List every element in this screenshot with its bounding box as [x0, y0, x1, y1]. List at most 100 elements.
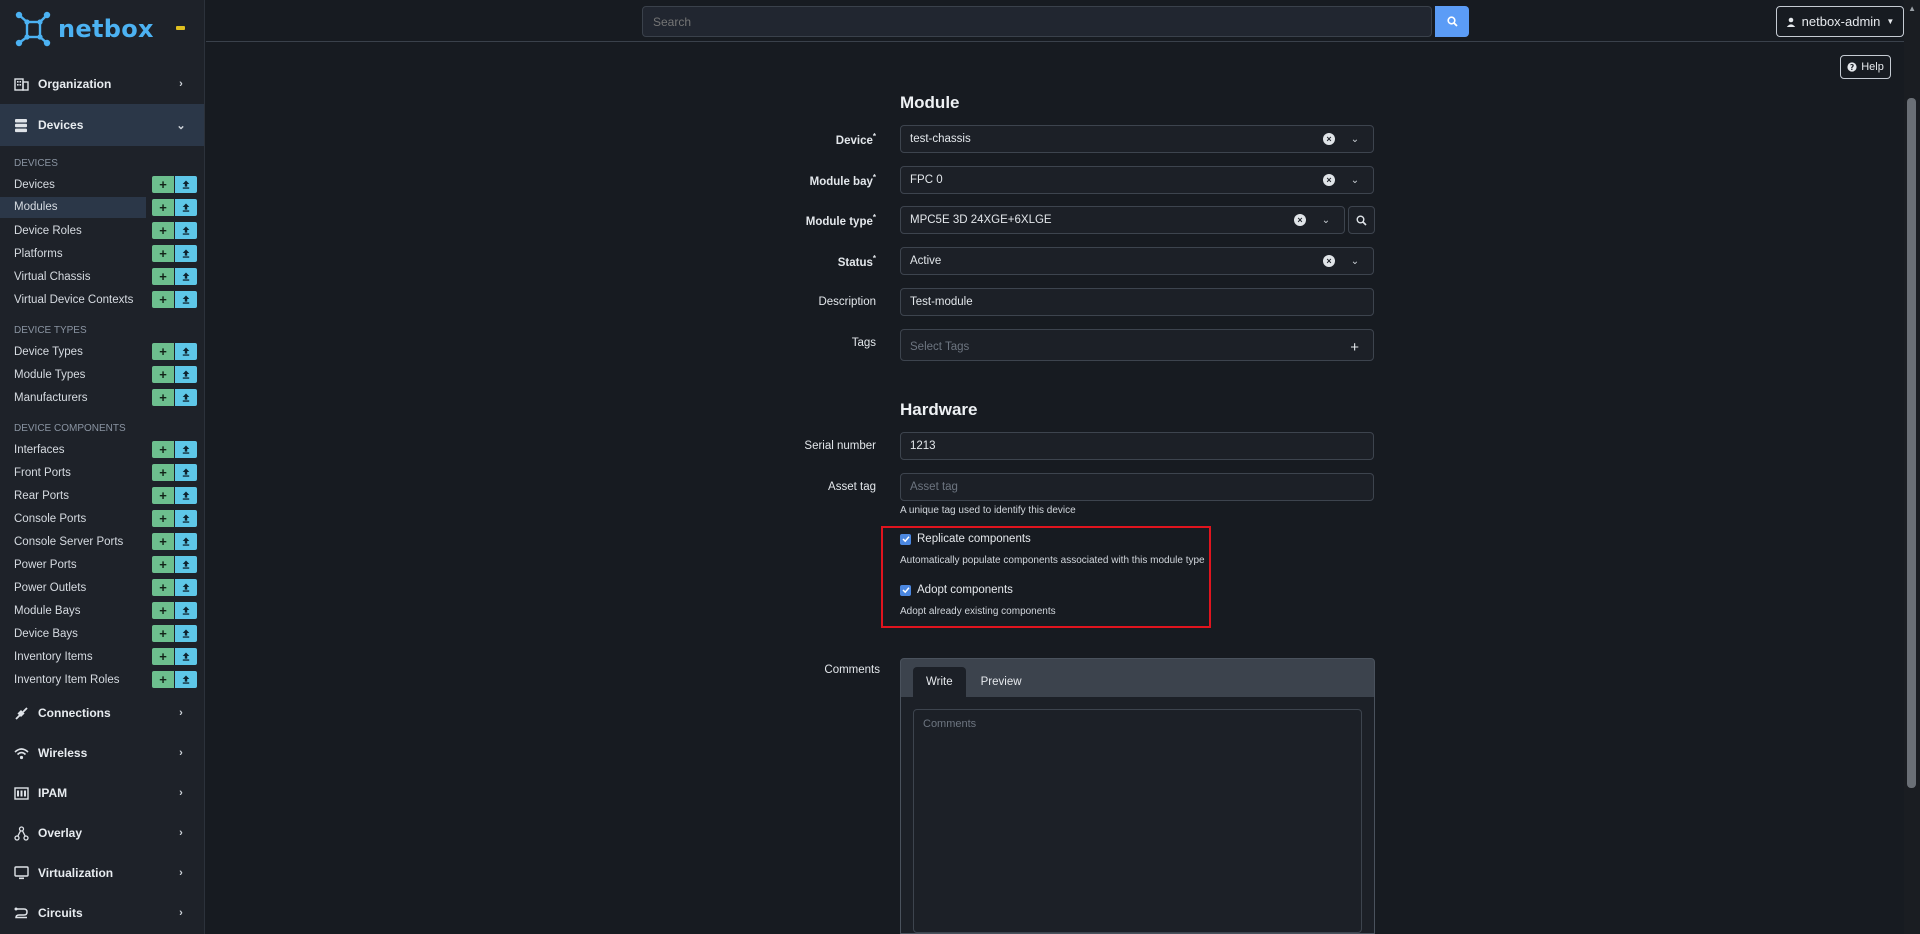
- import-button[interactable]: [175, 291, 197, 308]
- import-button[interactable]: [175, 625, 197, 642]
- sidebar-item-interfaces[interactable]: Interfaces +: [0, 438, 204, 461]
- tab-write[interactable]: Write: [913, 667, 966, 697]
- help-button[interactable]: ? Help: [1840, 55, 1891, 79]
- import-button[interactable]: [175, 199, 197, 216]
- add-button[interactable]: +: [152, 579, 174, 596]
- brand[interactable]: netbox: [0, 0, 204, 58]
- sidebar-item-power-outlets[interactable]: Power Outlets +: [0, 576, 204, 599]
- import-button[interactable]: [175, 671, 197, 688]
- search-input[interactable]: [643, 7, 1431, 36]
- add-button[interactable]: +: [152, 671, 174, 688]
- add-button[interactable]: +: [152, 602, 174, 619]
- menu-circuits[interactable]: Circuits ›: [0, 893, 204, 933]
- chevron-down-icon[interactable]: ⌄: [1349, 134, 1361, 145]
- sidebar-item-platforms[interactable]: Platforms +: [0, 242, 204, 265]
- menu-devices[interactable]: Devices ⌄: [0, 104, 204, 146]
- sidebar-item-device-roles[interactable]: Device Roles +: [0, 219, 204, 242]
- module-type-select[interactable]: MPC5E 3D 24XGE+6XLGE × ⌄: [900, 206, 1345, 234]
- chevron-down-icon[interactable]: ⌄: [1349, 175, 1361, 186]
- import-button[interactable]: [175, 556, 197, 573]
- sidebar-item-module-bays[interactable]: Module Bays +: [0, 599, 204, 622]
- add-button[interactable]: +: [152, 366, 174, 383]
- import-button[interactable]: [175, 366, 197, 383]
- add-button[interactable]: +: [152, 625, 174, 642]
- status-select[interactable]: Active × ⌄: [900, 247, 1374, 275]
- add-button[interactable]: +: [152, 389, 174, 406]
- sidebar-item-manufacturers[interactable]: Manufacturers +: [0, 386, 204, 409]
- clear-icon[interactable]: ×: [1323, 133, 1335, 145]
- add-button[interactable]: +: [152, 648, 174, 665]
- import-button[interactable]: [175, 464, 197, 481]
- import-button[interactable]: [175, 268, 197, 285]
- sidebar-item-inventory-item-roles[interactable]: Inventory Item Roles +: [0, 668, 204, 691]
- import-button[interactable]: [175, 245, 197, 262]
- adopt-components-checkbox[interactable]: Adopt components: [900, 584, 1013, 596]
- import-button[interactable]: [175, 389, 197, 406]
- add-button[interactable]: +: [152, 510, 174, 527]
- sidebar-item-module-types[interactable]: Module Types +: [0, 363, 204, 386]
- import-button[interactable]: [175, 176, 197, 193]
- import-button[interactable]: [175, 343, 197, 360]
- clear-icon[interactable]: ×: [1294, 214, 1306, 226]
- search-box[interactable]: [642, 6, 1432, 37]
- add-button[interactable]: +: [152, 291, 174, 308]
- module-bay-select[interactable]: FPC 0 × ⌄: [900, 166, 1374, 194]
- asset-tag-input[interactable]: Asset tag: [900, 473, 1374, 501]
- sidebar-item-device-types[interactable]: Device Types +: [0, 340, 204, 363]
- serial-input[interactable]: 1213: [900, 432, 1374, 460]
- sidebar-item-virtual-device-contexts[interactable]: Virtual Device Contexts +: [0, 288, 204, 311]
- add-button[interactable]: +: [152, 268, 174, 285]
- sidebar-item-inventory-items[interactable]: Inventory Items +: [0, 645, 204, 668]
- import-button[interactable]: [175, 533, 197, 550]
- tab-preview[interactable]: Preview: [968, 667, 1035, 697]
- menu-overlay[interactable]: Overlay ›: [0, 813, 204, 853]
- sidebar-item-console-server-ports[interactable]: Console Server Ports +: [0, 530, 204, 553]
- scrollbar[interactable]: ▲: [1904, 0, 1920, 934]
- clear-icon[interactable]: ×: [1323, 255, 1335, 267]
- add-button[interactable]: +: [152, 343, 174, 360]
- sidebar-item-virtual-chassis[interactable]: Virtual Chassis +: [0, 265, 204, 288]
- scroll-up-icon[interactable]: ▲: [1908, 4, 1916, 13]
- sidebar-item-power-ports[interactable]: Power Ports +: [0, 553, 204, 576]
- menu-ipam[interactable]: IPAM ›: [0, 773, 204, 813]
- sidebar-item-devices[interactable]: Devices +: [0, 173, 204, 196]
- chevron-down-icon[interactable]: ⌄: [1320, 215, 1332, 226]
- clear-icon[interactable]: ×: [1323, 174, 1335, 186]
- import-button[interactable]: [175, 441, 197, 458]
- add-button[interactable]: +: [152, 487, 174, 504]
- add-button[interactable]: +: [152, 245, 174, 262]
- menu-wireless[interactable]: Wireless ›: [0, 733, 204, 773]
- sidebar-item-rear-ports[interactable]: Rear Ports +: [0, 484, 204, 507]
- scrollbar-thumb[interactable]: [1907, 98, 1916, 788]
- sidebar-item-modules[interactable]: Modules +: [0, 196, 204, 219]
- add-button[interactable]: +: [152, 176, 174, 193]
- replicate-components-checkbox[interactable]: Replicate components: [900, 533, 1031, 545]
- pin-icon[interactable]: [176, 26, 185, 30]
- search-button[interactable]: [1435, 6, 1469, 37]
- sidebar-item-device-bays[interactable]: Device Bays +: [0, 622, 204, 645]
- add-button[interactable]: +: [152, 222, 174, 239]
- add-button[interactable]: +: [152, 441, 174, 458]
- chevron-down-icon[interactable]: ⌄: [1349, 256, 1361, 267]
- add-button[interactable]: +: [152, 199, 174, 216]
- import-button[interactable]: [175, 648, 197, 665]
- import-button[interactable]: [175, 602, 197, 619]
- import-button[interactable]: [175, 579, 197, 596]
- comments-textarea[interactable]: Comments: [913, 709, 1362, 933]
- description-input[interactable]: Test-module: [900, 288, 1374, 316]
- menu-organization[interactable]: Organization ›: [0, 64, 204, 104]
- menu-virtualization[interactable]: Virtualization ›: [0, 853, 204, 893]
- import-button[interactable]: [175, 222, 197, 239]
- add-button[interactable]: +: [152, 464, 174, 481]
- selector-button[interactable]: [1348, 206, 1375, 234]
- add-button[interactable]: +: [152, 556, 174, 573]
- plus-icon[interactable]: +: [1350, 339, 1359, 356]
- add-button[interactable]: +: [152, 533, 174, 550]
- sidebar-item-front-ports[interactable]: Front Ports +: [0, 461, 204, 484]
- import-button[interactable]: [175, 510, 197, 527]
- user-menu-button[interactable]: netbox-admin ▼: [1776, 6, 1904, 37]
- checkbox-checked-icon[interactable]: [900, 533, 911, 545]
- menu-connections[interactable]: Connections ›: [0, 693, 204, 733]
- checkbox-checked-icon[interactable]: [900, 584, 911, 596]
- tags-select[interactable]: Select Tags +: [900, 329, 1374, 361]
